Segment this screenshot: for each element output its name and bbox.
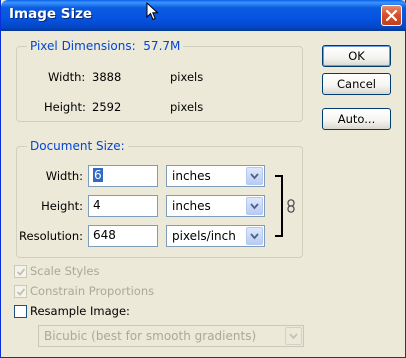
dropdown-arrow[interactable] [246,197,263,215]
resolution-unit: pixels/inch [172,229,236,243]
dropdown-arrow[interactable] [285,327,302,345]
cancel-button[interactable]: Cancel [322,73,391,95]
pixel-height-unit: pixels [170,100,204,114]
resolution-label: Resolution: [19,229,83,243]
constrain-proportions-label: Constrain Proportions [30,284,155,298]
doc-height-input[interactable]: 4 [88,195,158,217]
scale-styles-label: Scale Styles [30,264,100,278]
auto-button[interactable]: Auto... [322,108,391,130]
constrain-proportions-checkbox[interactable] [14,285,27,298]
chevron-down-icon [289,333,298,340]
pixel-dimensions-size: 57.7M [143,39,181,53]
pixel-width-unit: pixels [170,70,204,84]
checkmark-icon [16,268,26,276]
doc-width-label: Width: [45,169,83,183]
resample-image-checkbox[interactable] [14,305,27,318]
mouse-cursor-icon [146,2,159,21]
resolution-value: 648 [93,228,116,242]
ok-button[interactable]: OK [322,45,391,67]
resample-method-value: Bicubic (best for smooth gradients) [44,329,257,343]
image-size-dialog: Image Size Pixel Dimensions: 57.7M Width… [0,0,406,358]
pixel-width-label: Width: [48,70,86,84]
close-button[interactable] [381,5,402,26]
resample-method-select[interactable]: Bicubic (best for smooth gradients) [38,325,304,347]
pixel-height-label: Height: [44,100,86,114]
pixel-dimensions-label: Pixel Dimensions: 57.7M [27,39,184,53]
doc-height-value: 4 [93,198,101,212]
doc-height-unit: inches [172,199,211,213]
chevron-down-icon [250,173,259,180]
resample-image-label: Resample Image: [30,304,130,318]
doc-width-value: 6 [93,168,103,182]
resolution-input[interactable]: 648 [88,225,158,247]
chevron-down-icon [250,233,259,240]
pixel-height-value: 2592 [92,100,122,114]
doc-width-unit-select[interactable]: inches [166,165,265,187]
chevron-down-icon [250,203,259,210]
doc-width-input[interactable]: 6 [88,165,158,187]
checkmark-icon [16,288,26,296]
dropdown-arrow[interactable] [246,167,263,185]
pixel-width-value: 3888 [92,70,122,84]
dialog-title: Image Size [9,6,93,22]
scale-styles-checkbox[interactable] [14,265,27,278]
doc-height-unit-select[interactable]: inches [166,195,265,217]
doc-height-label: Height: [41,199,83,213]
close-icon [386,10,397,21]
dropdown-arrow[interactable] [246,227,263,245]
doc-width-unit: inches [172,169,211,183]
title-bar[interactable]: Image Size [1,0,406,31]
document-size-label: Document Size: [27,139,128,153]
resolution-unit-select[interactable]: pixels/inch [166,225,265,247]
chain-link-icon [287,199,295,213]
